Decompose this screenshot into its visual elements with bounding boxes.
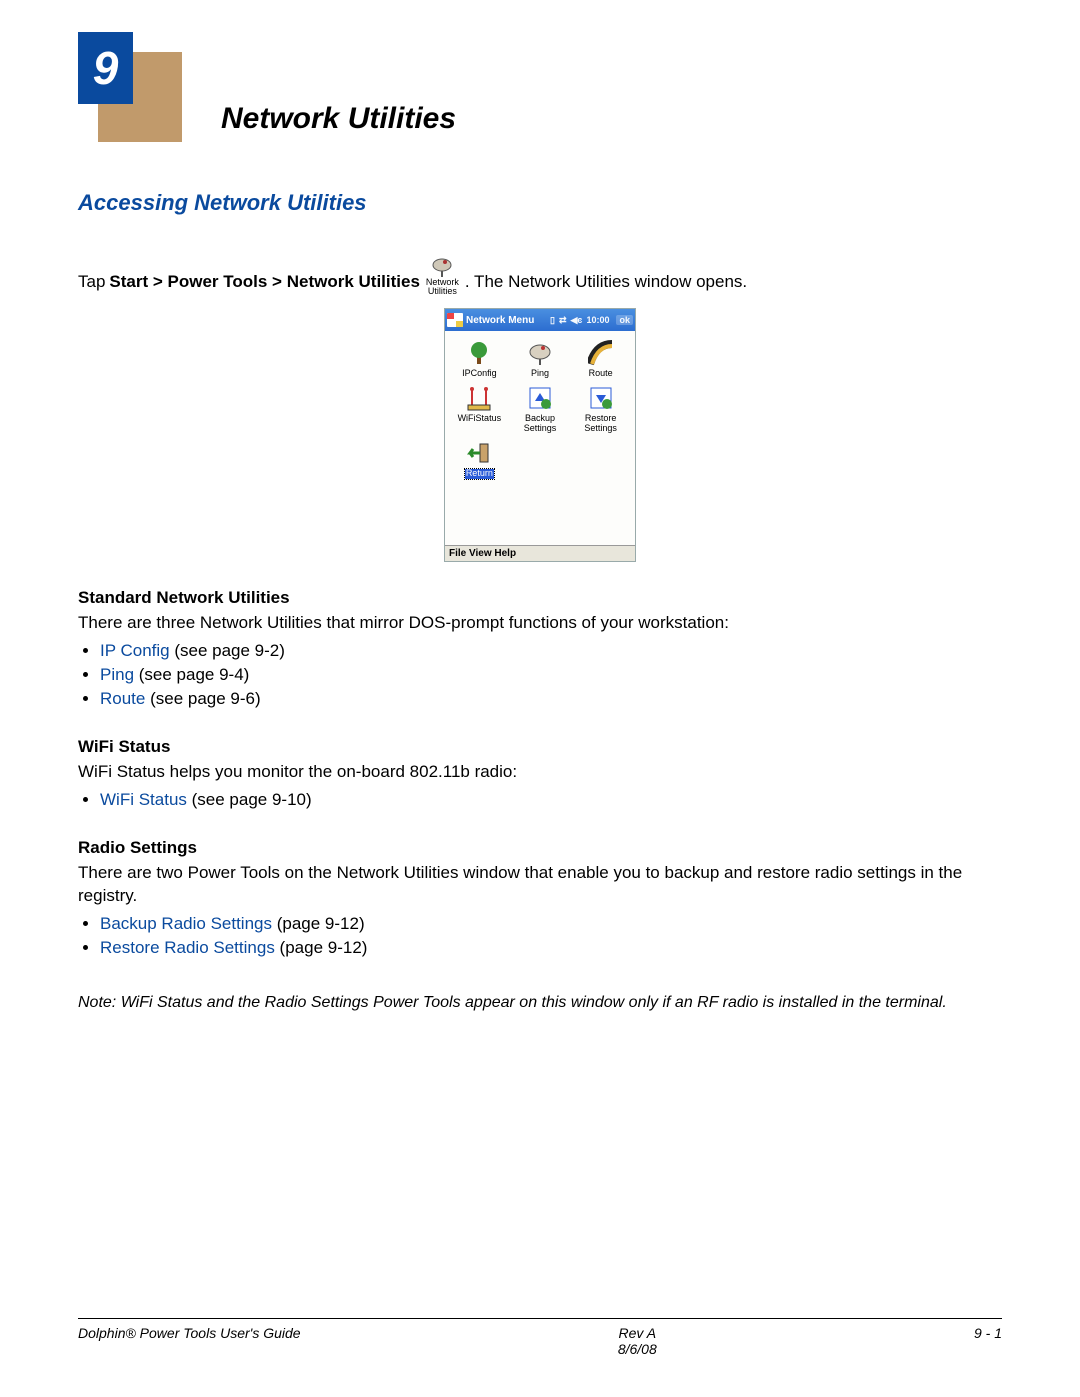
intro-nav-path: Start > Power Tools > Network Utilities [109,271,419,294]
list-item: Ping (see page 9-4) [100,663,1002,687]
subsection-standard-text: There are three Network Utilities that m… [78,612,1002,635]
inline-icon-line2: Utilities [428,287,457,296]
clock: 10:00 [586,315,609,325]
network-utilities-icon: Network Utilities [426,256,459,296]
app-label: Return [465,469,494,478]
footer-page-number: 9 - 1 [974,1325,1002,1341]
link-page-ref: (page 9-12) [272,914,365,933]
wifi-links-list: WiFi Status (see page 9-10) [78,788,1002,812]
app-label: Restore Settings [584,414,617,433]
app-route[interactable]: Route [572,339,629,378]
app-label: Backup Settings [524,414,557,433]
link-route[interactable]: Route [100,689,145,708]
battery-icon: ▯ [550,315,555,326]
window-titlebar: Network Menu ▯ ⇄ ◀ͼ 10:00 ok [445,309,635,331]
link-page-ref: (see page 9-2) [170,641,285,660]
link-page-ref: (see page 9-4) [134,665,249,684]
app-ping[interactable]: Ping [512,339,569,378]
section-heading: Accessing Network Utilities [78,190,1002,216]
chapter-number: 9 [78,32,133,104]
backup-icon [526,384,554,412]
subsection-wifi-heading: WiFi Status [78,737,1002,757]
route-icon [587,339,615,367]
tree-icon [465,339,493,367]
sync-icon: ⇄ [559,315,567,326]
link-wifistatus[interactable]: WiFi Status [100,790,187,809]
embedded-screenshot: Network Menu ▯ ⇄ ◀ͼ 10:00 ok IPConfig Pi… [444,308,636,562]
app-return[interactable]: Return [451,439,508,478]
link-ipconfig[interactable]: IP Config [100,641,170,660]
chapter-header: 9 Network Utilities [78,30,1002,140]
intro-text: Tap Start > Power Tools > Network Utilit… [78,256,1002,294]
note-body: WiFi Status and the Radio Settings Power… [116,994,947,1011]
intro-prefix: Tap [78,271,105,294]
app-icon-grid: IPConfig Ping Route WiFiStatus [445,331,635,545]
list-item: IP Config (see page 9-2) [100,639,1002,663]
antenna-icon [465,384,493,412]
app-backup-settings[interactable]: Backup Settings [512,384,569,433]
page-footer: Dolphin® Power Tools User's Guide Rev A … [78,1318,1002,1357]
window-menubar[interactable]: File View Help [445,545,635,561]
link-backup-radio[interactable]: Backup Radio Settings [100,914,272,933]
restore-icon [587,384,615,412]
subsection-radio-text: There are two Power Tools on the Network… [78,862,1002,908]
volume-icon: ◀ͼ [571,315,583,326]
app-label: IPConfig [462,369,497,378]
app-ipconfig[interactable]: IPConfig [451,339,508,378]
app-label: Route [589,369,613,378]
satellite-dish-icon [526,339,554,367]
link-page-ref: (page 9-12) [275,938,368,957]
ok-button[interactable]: ok [616,315,633,325]
standard-links-list: IP Config (see page 9-2) Ping (see page … [78,639,1002,711]
footer-guide-title: Dolphin® Power Tools User's Guide [78,1325,301,1341]
system-tray: ▯ ⇄ ◀ͼ 10:00 ok [550,315,633,326]
link-page-ref: (see page 9-6) [145,689,260,708]
app-restore-settings[interactable]: Restore Settings [572,384,629,433]
list-item: Backup Radio Settings (page 9-12) [100,912,1002,936]
link-ping[interactable]: Ping [100,665,134,684]
return-icon [465,439,493,467]
app-wifistatus[interactable]: WiFiStatus [451,384,508,433]
window-title: Network Menu [466,315,550,326]
start-icon [447,313,463,327]
link-restore-radio[interactable]: Restore Radio Settings [100,938,275,957]
subsection-standard-heading: Standard Network Utilities [78,588,1002,608]
radio-links-list: Backup Radio Settings (page 9-12) Restor… [78,912,1002,960]
app-label: Ping [531,369,549,378]
footer-revision: Rev A [618,1325,657,1341]
link-page-ref: (see page 9-10) [187,790,312,809]
note-label: Note: [78,994,116,1011]
list-item: Route (see page 9-6) [100,687,1002,711]
app-label: WiFiStatus [458,414,502,423]
subsection-radio-heading: Radio Settings [78,838,1002,858]
chapter-title: Network Utilities [221,102,456,136]
footer-date: 8/6/08 [618,1341,657,1357]
list-item: WiFi Status (see page 9-10) [100,788,1002,812]
chapter-badge: 9 [78,30,193,140]
list-item: Restore Radio Settings (page 9-12) [100,936,1002,960]
note-text: Note: WiFi Status and the Radio Settings… [78,993,1002,1012]
subsection-wifi-text: WiFi Status helps you monitor the on-boa… [78,761,1002,784]
intro-suffix: . The Network Utilities window opens. [465,271,747,294]
